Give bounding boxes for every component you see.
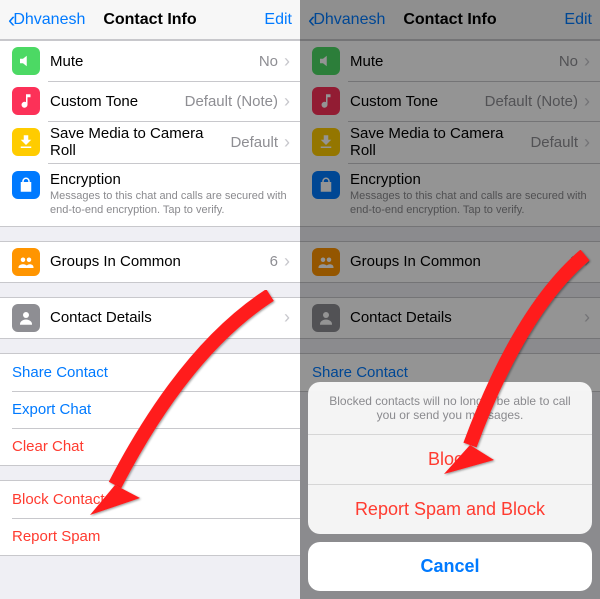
chevron-right-icon: › (284, 132, 290, 153)
back-label: Dhvanesh (13, 11, 85, 29)
lock-icon (12, 171, 40, 199)
settings-group-details: Contact Details › (0, 297, 300, 339)
person-icon (12, 304, 40, 332)
screen-block-confirm: ‹ Dhvanesh Contact Info Edit Mute No › C… (300, 0, 600, 599)
sheet-block-button[interactable]: Block (308, 435, 592, 485)
clear-chat-button[interactable]: Clear Chat (0, 428, 300, 465)
chevron-right-icon: › (284, 251, 290, 272)
details-label: Contact Details (50, 309, 282, 326)
chevron-right-icon: › (284, 51, 290, 72)
block-contact-button[interactable]: Block Contact (0, 481, 300, 518)
tone-value: Default (Note) (185, 93, 278, 110)
chevron-right-icon: › (284, 307, 290, 328)
sheet-message: Blocked contacts will no longer be able … (308, 382, 592, 435)
chevron-right-icon: › (284, 91, 290, 112)
share-contact-button[interactable]: Share Contact (0, 354, 300, 391)
settings-group-chat-actions: Share Contact Export Chat Clear Chat (0, 353, 300, 466)
settings-group-groups: Groups In Common 6 › (0, 241, 300, 283)
export-chat-button[interactable]: Export Chat (0, 391, 300, 428)
row-save-media[interactable]: Save Media to Camera Roll Default › (0, 121, 300, 163)
tone-label: Custom Tone (50, 93, 185, 110)
edit-button[interactable]: Edit (264, 11, 292, 29)
row-encryption[interactable]: Encryption Messages to this chat and cal… (0, 163, 300, 226)
encryption-subtext: Messages to this chat and calls are secu… (50, 190, 290, 218)
settings-group-media: Mute No › Custom Tone Default (Note) › S… (0, 40, 300, 227)
block-action-sheet: Blocked contacts will no longer be able … (308, 382, 592, 591)
encryption-label: Encryption (50, 171, 290, 188)
mute-label: Mute (50, 53, 259, 70)
download-icon (12, 128, 40, 156)
back-button[interactable]: ‹ Dhvanesh (8, 7, 85, 33)
media-value: Default (230, 134, 278, 151)
music-note-icon (12, 87, 40, 115)
groups-label: Groups In Common (50, 253, 270, 270)
media-label: Save Media to Camera Roll (50, 125, 230, 159)
speaker-icon (12, 47, 40, 75)
report-spam-button[interactable]: Report Spam (0, 518, 300, 555)
row-custom-tone[interactable]: Custom Tone Default (Note) › (0, 81, 300, 121)
screen-contact-info: ‹ Dhvanesh Contact Info Edit Mute No › C… (0, 0, 300, 599)
settings-group-block: Block Contact Report Spam (0, 480, 300, 556)
row-mute[interactable]: Mute No › (0, 41, 300, 81)
row-groups-in-common[interactable]: Groups In Common 6 › (0, 242, 300, 282)
sheet-report-block-button[interactable]: Report Spam and Block (308, 485, 592, 534)
mute-value: No (259, 53, 278, 70)
groups-value: 6 (270, 253, 278, 270)
sheet-cancel-button[interactable]: Cancel (308, 542, 592, 591)
navbar: ‹ Dhvanesh Contact Info Edit (0, 0, 300, 40)
row-contact-details[interactable]: Contact Details › (0, 298, 300, 338)
group-icon (12, 248, 40, 276)
